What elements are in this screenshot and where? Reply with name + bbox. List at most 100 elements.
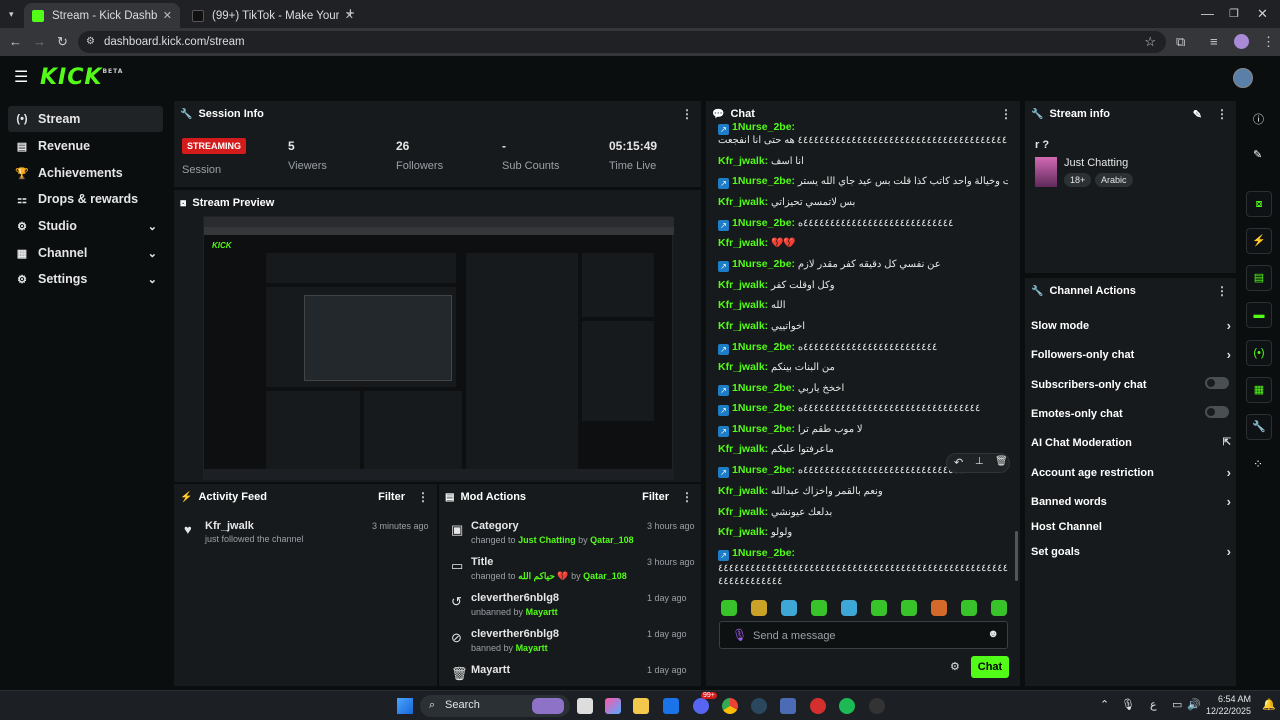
emote-icon[interactable]: [961, 600, 977, 616]
browser-menu-icon[interactable]: ⋮: [1262, 34, 1275, 50]
microphone-icon[interactable]: 🎙: [732, 628, 747, 642]
sidebar-item-studio[interactable]: ⚙ Studio ⌄: [8, 213, 163, 239]
sidebar-item-revenue[interactable]: ▤ Revenue: [8, 133, 163, 159]
more-options-icon[interactable]: ⋮: [1000, 107, 1012, 121]
chat-message[interactable]: ↗ 1Nurse_2be: ٤٤٤٤٤٤٤٤٤٤٤٤٤٤٤٤٤٤٤٤٤٤٤٤٤٤٤…: [718, 217, 1008, 231]
chat-scrollbar[interactable]: [1015, 531, 1018, 581]
tab-search-icon[interactable]: ▾: [9, 6, 14, 22]
chat-username[interactable]: 1Nurse_2be:: [732, 464, 795, 476]
site-info-icon[interactable]: ⚙: [86, 34, 95, 50]
chat-message[interactable]: Kfr_jwalk: من البنات بينكم: [718, 361, 1008, 373]
chat-username[interactable]: Kfr_jwalk:: [718, 361, 768, 373]
more-options-icon[interactable]: ⋮: [1216, 107, 1228, 121]
channel-action-followers-only-chat[interactable]: Followers-only chat ›: [1031, 347, 1231, 362]
reload-icon[interactable]: ↻: [57, 34, 68, 50]
more-options-icon[interactable]: ⋮: [1216, 284, 1228, 298]
mod-list-icon[interactable]: ▦: [1246, 377, 1272, 403]
chrome-icon[interactable]: [722, 698, 738, 714]
volume-icon[interactable]: 🔊: [1187, 698, 1201, 711]
edit-pencil-icon[interactable]: ✎: [1253, 148, 1262, 161]
channel-action-banned-words[interactable]: Banned words ›: [1031, 494, 1231, 509]
chat-message[interactable]: Kfr_jwalk: ونعم بالقمر واخزاك عبدالله: [718, 485, 1008, 497]
copilot-icon[interactable]: [605, 698, 621, 714]
channel-action-subscribers-only-chat[interactable]: Subscribers-only chat: [1031, 377, 1231, 391]
chat-message[interactable]: ↗ 1Nurse_2be: عن نفسي كل دقيقه كفر مقدر ل…: [718, 258, 1008, 272]
channel-action-slow-mode[interactable]: Slow mode ›: [1031, 318, 1231, 333]
user-avatar[interactable]: [1233, 68, 1253, 88]
info-icon[interactable]: ⓘ: [1253, 111, 1264, 127]
chat-username[interactable]: 1Nurse_2be:: [732, 258, 795, 270]
media-icon[interactable]: ≡: [1210, 34, 1218, 50]
app-red-icon[interactable]: [810, 698, 826, 714]
tab-tiktok[interactable]: (99+) TikTok - Make Your Day ✕: [184, 3, 362, 28]
taskbar-search[interactable]: ⌕ Search: [420, 695, 570, 717]
close-window-icon[interactable]: ✕: [1257, 6, 1268, 22]
chat-message[interactable]: ↗ 1Nurse_2be: لا موب طقم ترا: [718, 423, 1008, 437]
sidebar-item-drops[interactable]: ⚏ Drops & rewards: [8, 186, 163, 212]
language-indicator[interactable]: ع: [1150, 698, 1157, 711]
chat-message[interactable]: ٤٤٤٤٤٤٤٤٤٤٤٤: [718, 576, 1008, 587]
chat-username[interactable]: 1Nurse_2be:: [732, 547, 795, 559]
chat-input[interactable]: 🎙 Send a message ☻: [719, 621, 1008, 649]
filter-button[interactable]: Filter: [378, 491, 405, 503]
chat-message[interactable]: Kfr_jwalk: 💔💔: [718, 237, 1008, 249]
emote-icon[interactable]: [931, 600, 947, 616]
chat-message[interactable]: ↗ 1Nurse_2be: اخخخ ياربي: [718, 382, 1008, 396]
emote-icon[interactable]: [751, 600, 767, 616]
chat-username[interactable]: Kfr_jwalk:: [718, 299, 768, 311]
chat-username[interactable]: 1Nurse_2be:: [732, 121, 795, 133]
kick-logo[interactable]: KICKBETA: [40, 65, 123, 90]
file-explorer-icon[interactable]: [633, 698, 649, 714]
toggle-switch[interactable]: [1205, 406, 1229, 418]
chat-message[interactable]: Kfr_jwalk: انا اسف: [718, 155, 1008, 167]
bookmark-star-icon[interactable]: ☆: [1144, 34, 1156, 50]
chat-username[interactable]: Kfr_jwalk:: [718, 279, 768, 291]
more-options-icon[interactable]: ⋮: [681, 107, 693, 121]
channel-action-account-age-restriction[interactable]: Account age restriction ›: [1031, 465, 1231, 480]
clock-date[interactable]: 12/22/2025: [1205, 706, 1251, 716]
emote-icon[interactable]: [721, 600, 737, 616]
emoji-icon[interactable]: ☻: [987, 628, 999, 640]
chat-username[interactable]: 1Nurse_2be:: [732, 217, 795, 229]
profile-avatar[interactable]: [1234, 34, 1249, 49]
chat-message[interactable]: ↗ 1Nurse_2be:: [718, 547, 1008, 561]
emote-icon[interactable]: [811, 600, 827, 616]
discord-icon[interactable]: [693, 698, 709, 714]
chat-message[interactable]: Kfr_jwalk: ولولو: [718, 526, 1008, 538]
chat-message[interactable]: Kfr_jwalk: وكل اوقلت كفر: [718, 279, 1008, 291]
chat-message[interactable]: ↗ 1Nurse_2be: ٤٤٤٤٤٤٤٤٤٤٤٤٤٤٤٤٤٤٤٤٤٤٤٤٤٤٤…: [718, 402, 1008, 416]
more-options-icon[interactable]: ⋮: [417, 490, 429, 504]
chat-message[interactable]: ↗ 1Nurse_2be: رجعت وخيالة واحد كاتب كذا ق…: [718, 175, 1008, 189]
pin-icon[interactable]: ⊥: [975, 456, 984, 467]
chat-message[interactable]: Kfr_jwalk: بس لاتمسي تحيزاتي: [718, 196, 1008, 208]
sidebar-item-channel[interactable]: ▦ Channel ⌄: [8, 240, 163, 266]
spotify-icon[interactable]: [839, 698, 855, 714]
stream-preview-video[interactable]: KICK: [203, 216, 674, 480]
chat-settings-icon[interactable]: ⚙: [950, 660, 960, 673]
emote-icon[interactable]: [781, 600, 797, 616]
tray-chevron-icon[interactable]: ⌃: [1100, 698, 1109, 711]
sidebar-item-achievements[interactable]: 🏆 Achievements: [8, 160, 163, 186]
app-dark-icon[interactable]: [869, 698, 885, 714]
chat-username[interactable]: 1Nurse_2be:: [732, 402, 795, 414]
chat-username[interactable]: Kfr_jwalk:: [718, 443, 768, 455]
chat-message[interactable]: ٤٤٤٤٤٤٤٤٤٤٤٤٤٤٤٤٤٤٤٤٤٤٤٤٤٤٤٤٤٤٤٤٤٤٤٤٤٤٤٤…: [718, 563, 1008, 574]
reply-icon[interactable]: ↶: [954, 456, 963, 469]
task-view-icon[interactable]: [577, 698, 593, 714]
tab-kick-dashboard[interactable]: Stream - Kick Dashboard ✕: [24, 3, 180, 28]
wrench-icon[interactable]: 🔧: [1246, 414, 1272, 440]
restore-icon[interactable]: ❐: [1229, 6, 1239, 22]
chat-username[interactable]: 1Nurse_2be:: [732, 423, 795, 435]
minimize-icon[interactable]: —: [1201, 6, 1214, 22]
sidebar-item-stream[interactable]: (•) Stream: [8, 106, 163, 132]
forward-icon[interactable]: →: [33, 34, 46, 50]
lightning-icon[interactable]: ⚡: [1246, 228, 1272, 254]
chat-username[interactable]: 1Nurse_2be:: [732, 341, 795, 353]
filter-button[interactable]: Filter: [642, 491, 669, 503]
toggle-switch[interactable]: [1205, 377, 1229, 389]
close-tab-icon[interactable]: ✕: [163, 9, 172, 22]
chat-username[interactable]: 1Nurse_2be:: [732, 382, 795, 394]
windows-start-icon[interactable]: [397, 698, 413, 714]
chat-message[interactable]: Kfr_jwalk: بدلعك عيونشي: [718, 506, 1008, 518]
broadcast-icon[interactable]: (•): [1246, 340, 1272, 366]
